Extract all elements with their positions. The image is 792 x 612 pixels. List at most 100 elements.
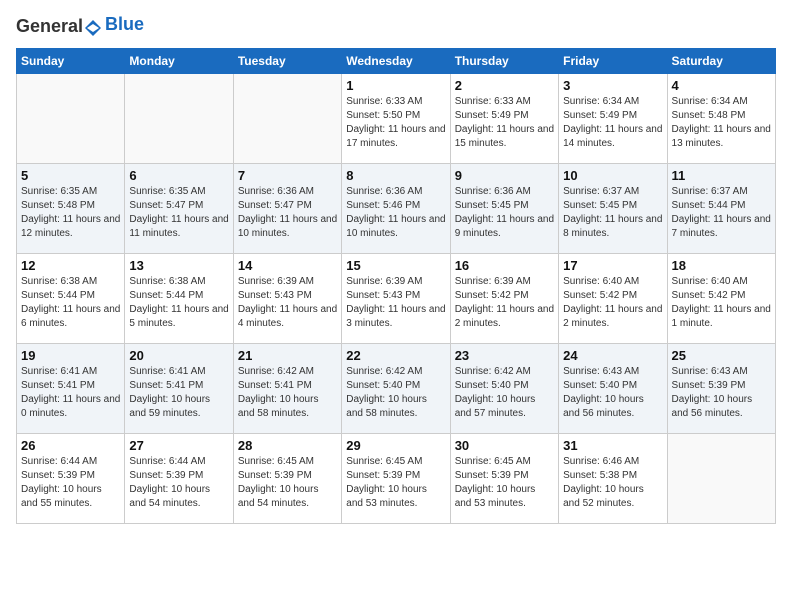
- calendar-cell: 30 Sunrise: 6:45 AM Sunset: 5:39 PM Dayli…: [450, 433, 558, 523]
- day-number: 1: [346, 78, 445, 93]
- day-number: 25: [672, 348, 771, 363]
- day-number: 21: [238, 348, 337, 363]
- weekday-wednesday: Wednesday: [342, 48, 450, 73]
- day-number: 18: [672, 258, 771, 273]
- calendar-cell: 29 Sunrise: 6:45 AM Sunset: 5:39 PM Dayli…: [342, 433, 450, 523]
- calendar-body: 1 Sunrise: 6:33 AM Sunset: 5:50 PM Daylig…: [17, 73, 776, 523]
- day-number: 12: [21, 258, 120, 273]
- day-number: 2: [455, 78, 554, 93]
- day-info: Sunrise: 6:42 AM Sunset: 5:40 PM Dayligh…: [455, 365, 554, 421]
- weekday-tuesday: Tuesday: [233, 48, 341, 73]
- day-number: 13: [129, 258, 228, 273]
- day-info: Sunrise: 6:37 AM Sunset: 5:44 PM Dayligh…: [672, 185, 771, 241]
- day-info: Sunrise: 6:45 AM Sunset: 5:39 PM Dayligh…: [238, 455, 337, 511]
- calendar-cell: 24 Sunrise: 6:43 AM Sunset: 5:40 PM Dayli…: [559, 343, 667, 433]
- day-info: Sunrise: 6:39 AM Sunset: 5:42 PM Dayligh…: [455, 275, 554, 331]
- day-number: 31: [563, 438, 662, 453]
- day-number: 15: [346, 258, 445, 273]
- calendar-cell: 6 Sunrise: 6:35 AM Sunset: 5:47 PM Daylig…: [125, 163, 233, 253]
- logo-text-blue: Blue: [105, 14, 144, 35]
- day-number: 6: [129, 168, 228, 183]
- day-number: 11: [672, 168, 771, 183]
- calendar-cell: 27Sunrise: 6:44 AM Sunset: 5:39 PM Dayli…: [125, 433, 233, 523]
- day-number: 28: [238, 438, 337, 453]
- day-number: 27: [129, 438, 228, 453]
- day-number: 29: [346, 438, 445, 453]
- logo-text-general: General: [16, 16, 83, 36]
- day-info: Sunrise: 6:43 AM Sunset: 5:40 PM Dayligh…: [563, 365, 662, 421]
- calendar-cell: 19 Sunrise: 6:41 AM Sunset: 5:41 PM Dayli…: [17, 343, 125, 433]
- calendar-cell: 13Sunrise: 6:38 AM Sunset: 5:44 PM Dayli…: [125, 253, 233, 343]
- calendar-cell: 17 Sunrise: 6:40 AM Sunset: 5:42 PM Dayli…: [559, 253, 667, 343]
- calendar-week-row: 19 Sunrise: 6:41 AM Sunset: 5:41 PM Dayli…: [17, 343, 776, 433]
- calendar-week-row: 26 Sunrise: 6:44 AM Sunset: 5:39 PM Dayli…: [17, 433, 776, 523]
- day-info: Sunrise: 6:35 AM Sunset: 5:47 PM Dayligh…: [129, 185, 228, 241]
- day-info: Sunrise: 6:36 AM Sunset: 5:47 PM Dayligh…: [238, 185, 337, 241]
- calendar-cell: 1 Sunrise: 6:33 AM Sunset: 5:50 PM Daylig…: [342, 73, 450, 163]
- calendar-cell: 16Sunrise: 6:39 AM Sunset: 5:42 PM Dayli…: [450, 253, 558, 343]
- day-number: 9: [455, 168, 554, 183]
- calendar-cell: 2 Sunrise: 6:33 AM Sunset: 5:49 PM Daylig…: [450, 73, 558, 163]
- day-info: Sunrise: 6:33 AM Sunset: 5:50 PM Dayligh…: [346, 95, 445, 151]
- calendar-table: SundayMondayTuesdayWednesdayThursdayFrid…: [16, 48, 776, 524]
- day-number: 10: [563, 168, 662, 183]
- day-info: Sunrise: 6:43 AM Sunset: 5:39 PM Dayligh…: [672, 365, 771, 421]
- day-info: Sunrise: 6:35 AM Sunset: 5:48 PM Dayligh…: [21, 185, 120, 241]
- day-number: 26: [21, 438, 120, 453]
- logo: General Blue: [16, 16, 144, 38]
- day-number: 22: [346, 348, 445, 363]
- day-info: Sunrise: 6:44 AM Sunset: 5:39 PM Dayligh…: [21, 455, 120, 511]
- calendar-cell: 26 Sunrise: 6:44 AM Sunset: 5:39 PM Dayli…: [17, 433, 125, 523]
- day-number: 14: [238, 258, 337, 273]
- day-number: 19: [21, 348, 120, 363]
- day-info: Sunrise: 6:46 AM Sunset: 5:38 PM Dayligh…: [563, 455, 662, 511]
- day-info: Sunrise: 6:42 AM Sunset: 5:41 PM Dayligh…: [238, 365, 337, 421]
- day-info: Sunrise: 6:37 AM Sunset: 5:45 PM Dayligh…: [563, 185, 662, 241]
- weekday-sunday: Sunday: [17, 48, 125, 73]
- calendar-cell: 8Sunrise: 6:36 AM Sunset: 5:46 PM Daylig…: [342, 163, 450, 253]
- day-info: Sunrise: 6:41 AM Sunset: 5:41 PM Dayligh…: [21, 365, 120, 421]
- day-number: 7: [238, 168, 337, 183]
- day-info: Sunrise: 6:39 AM Sunset: 5:43 PM Dayligh…: [238, 275, 337, 331]
- day-info: Sunrise: 6:36 AM Sunset: 5:46 PM Dayligh…: [346, 185, 445, 241]
- calendar-cell: 31 Sunrise: 6:46 AM Sunset: 5:38 PM Dayli…: [559, 433, 667, 523]
- calendar-cell: [667, 433, 775, 523]
- calendar-cell: [17, 73, 125, 163]
- day-info: Sunrise: 6:45 AM Sunset: 5:39 PM Dayligh…: [455, 455, 554, 511]
- weekday-friday: Friday: [559, 48, 667, 73]
- calendar-cell: 28 Sunrise: 6:45 AM Sunset: 5:39 PM Dayli…: [233, 433, 341, 523]
- day-info: Sunrise: 6:33 AM Sunset: 5:49 PM Dayligh…: [455, 95, 554, 151]
- calendar-week-row: 5 Sunrise: 6:35 AM Sunset: 5:48 PM Daylig…: [17, 163, 776, 253]
- calendar-cell: 7 Sunrise: 6:36 AM Sunset: 5:47 PM Daylig…: [233, 163, 341, 253]
- logo-icon: [83, 18, 103, 38]
- calendar-cell: 11 Sunrise: 6:37 AM Sunset: 5:44 PM Dayli…: [667, 163, 775, 253]
- calendar-cell: [233, 73, 341, 163]
- weekday-thursday: Thursday: [450, 48, 558, 73]
- weekday-monday: Monday: [125, 48, 233, 73]
- calendar-week-row: 12 Sunrise: 6:38 AM Sunset: 5:44 PM Dayli…: [17, 253, 776, 343]
- day-number: 17: [563, 258, 662, 273]
- calendar-week-row: 1 Sunrise: 6:33 AM Sunset: 5:50 PM Daylig…: [17, 73, 776, 163]
- calendar-cell: 15 Sunrise: 6:39 AM Sunset: 5:43 PM Dayli…: [342, 253, 450, 343]
- day-info: Sunrise: 6:39 AM Sunset: 5:43 PM Dayligh…: [346, 275, 445, 331]
- calendar-cell: 21 Sunrise: 6:42 AM Sunset: 5:41 PM Dayli…: [233, 343, 341, 433]
- day-info: Sunrise: 6:40 AM Sunset: 5:42 PM Dayligh…: [563, 275, 662, 331]
- day-number: 24: [563, 348, 662, 363]
- day-info: Sunrise: 6:34 AM Sunset: 5:48 PM Dayligh…: [672, 95, 771, 151]
- calendar-cell: 23Sunrise: 6:42 AM Sunset: 5:40 PM Dayli…: [450, 343, 558, 433]
- day-info: Sunrise: 6:41 AM Sunset: 5:41 PM Dayligh…: [129, 365, 228, 421]
- day-number: 4: [672, 78, 771, 93]
- calendar-cell: 5 Sunrise: 6:35 AM Sunset: 5:48 PM Daylig…: [17, 163, 125, 253]
- day-number: 3: [563, 78, 662, 93]
- calendar-cell: 22 Sunrise: 6:42 AM Sunset: 5:40 PM Dayli…: [342, 343, 450, 433]
- day-info: Sunrise: 6:42 AM Sunset: 5:40 PM Dayligh…: [346, 365, 445, 421]
- day-info: Sunrise: 6:36 AM Sunset: 5:45 PM Dayligh…: [455, 185, 554, 241]
- day-number: 5: [21, 168, 120, 183]
- day-info: Sunrise: 6:45 AM Sunset: 5:39 PM Dayligh…: [346, 455, 445, 511]
- day-info: Sunrise: 6:38 AM Sunset: 5:44 PM Dayligh…: [21, 275, 120, 331]
- calendar-cell: 25 Sunrise: 6:43 AM Sunset: 5:39 PM Dayli…: [667, 343, 775, 433]
- calendar-cell: 20 Sunrise: 6:41 AM Sunset: 5:41 PM Dayli…: [125, 343, 233, 433]
- calendar-cell: 14 Sunrise: 6:39 AM Sunset: 5:43 PM Dayli…: [233, 253, 341, 343]
- day-number: 20: [129, 348, 228, 363]
- day-number: 30: [455, 438, 554, 453]
